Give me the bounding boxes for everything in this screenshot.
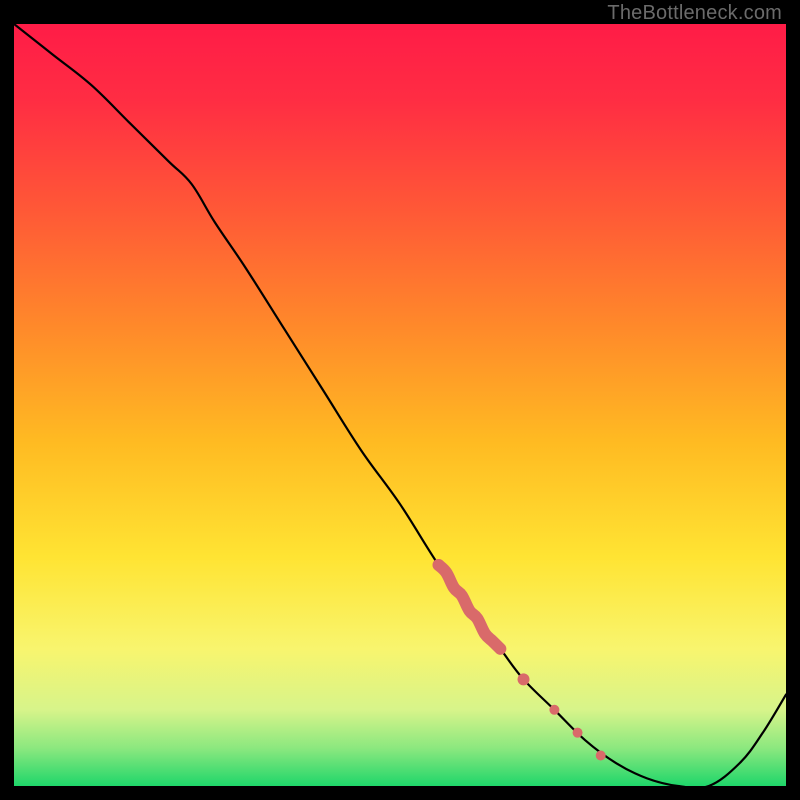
chart-frame: TheBottleneck.com [0,0,800,800]
gradient-background [14,24,786,786]
plot-area [14,24,786,786]
highlight-dot [518,673,530,685]
highlight-dot [596,751,606,761]
highlight-dot [573,728,583,738]
bottleneck-chart [14,24,786,786]
highlight-dot [549,705,559,715]
watermark-text: TheBottleneck.com [607,2,782,25]
